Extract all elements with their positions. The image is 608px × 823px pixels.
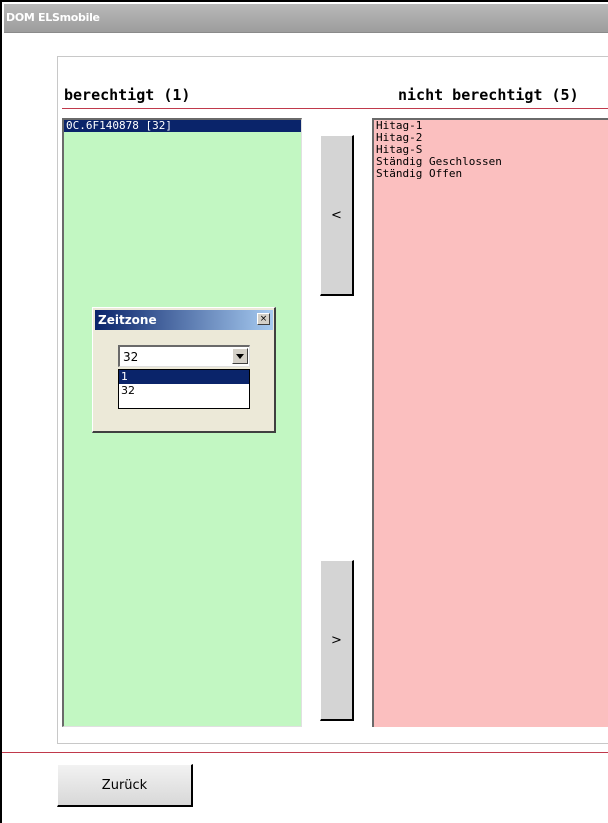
dialog-title: Zeitzone xyxy=(98,313,157,327)
close-icon[interactable]: × xyxy=(257,313,270,325)
list-item[interactable]: Ständig Offen xyxy=(374,168,608,180)
option-32[interactable]: 32 xyxy=(119,384,249,398)
header-divider xyxy=(62,108,608,109)
chevron-down-icon[interactable] xyxy=(232,348,248,364)
not-authorized-list[interactable]: Hitag-1 Hitag-2 Hitag-S Ständig Geschlos… xyxy=(372,118,608,727)
option-1[interactable]: 1 xyxy=(119,370,249,384)
title-bar: DOM ELSmobile xyxy=(4,4,608,33)
dialog-title-bar: Zeitzone × xyxy=(95,310,273,330)
back-button[interactable]: Zurück xyxy=(57,764,193,807)
footer-divider xyxy=(2,752,608,753)
not-authorized-header: nicht berechtigt (5) xyxy=(398,86,579,104)
timezone-options[interactable]: 1 32 xyxy=(118,369,250,409)
timezone-select[interactable]: 32 xyxy=(118,345,250,367)
authorized-header: berechtigt (1) xyxy=(64,86,191,104)
remove-from-authorized-button[interactable]: > xyxy=(320,560,354,721)
select-value: 32 xyxy=(123,350,139,364)
timezone-dialog: Zeitzone × 32 1 32 xyxy=(92,307,276,433)
list-item[interactable]: 0C.6F140878 [32] xyxy=(64,120,301,132)
add-to-authorized-button[interactable]: < xyxy=(320,135,354,296)
window-title: DOM ELSmobile xyxy=(6,11,100,24)
